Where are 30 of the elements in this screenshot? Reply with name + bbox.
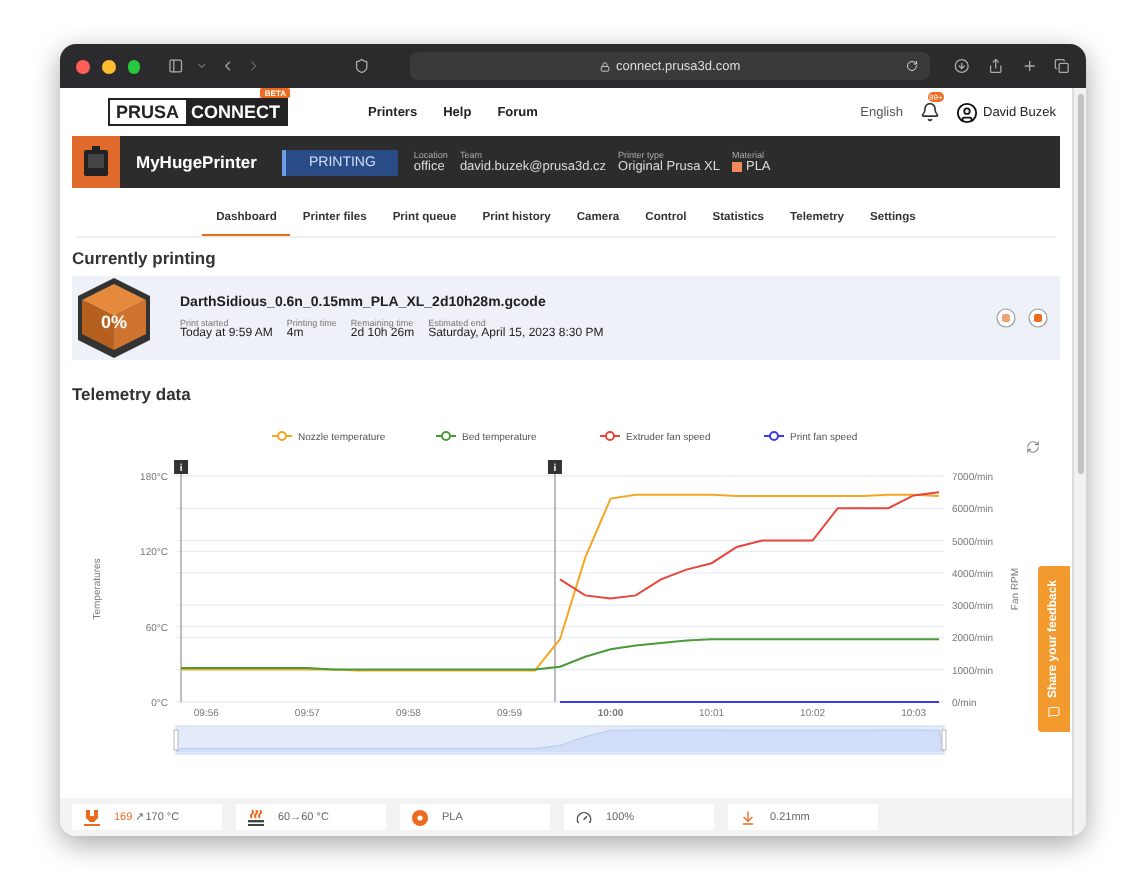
z-height-icon [740,809,756,825]
section-title: Telemetry data [72,384,193,404]
pause-button[interactable] [996,308,1016,328]
download-icon[interactable] [954,58,970,74]
tabs-icon[interactable] [1054,58,1071,74]
close-button[interactable] [76,59,90,73]
progress-percent: 0% [100,312,127,332]
new-tab-icon[interactable] [1021,58,1037,74]
share-icon[interactable] [987,58,1004,74]
heatbed-icon [248,809,264,825]
section-title: Currently printing [72,248,218,268]
avatar-icon[interactable] [955,101,977,123]
cube-drawing [74,276,154,360]
message-icon [1048,705,1060,718]
scrollbar[interactable] [1072,88,1086,836]
chevron-down-icon[interactable] [195,60,208,72]
logo-word[interactable]: CONNECT [185,100,287,124]
shield-icon[interactable] [354,58,370,74]
nozzle-icon [84,809,100,825]
bell-icon[interactable] [919,102,939,122]
back-icon[interactable] [219,58,235,74]
minimize-button[interactable] [101,59,115,73]
maximize-button[interactable] [127,59,141,73]
printer-name: MyHugePrinter [136,152,257,172]
sidebar-icon[interactable] [168,58,184,74]
spool-icon [412,809,428,825]
gauge-icon [576,809,592,825]
stop-button[interactable] [1028,308,1048,328]
refresh-icon[interactable] [1027,441,1039,453]
printer-icon [82,146,110,178]
